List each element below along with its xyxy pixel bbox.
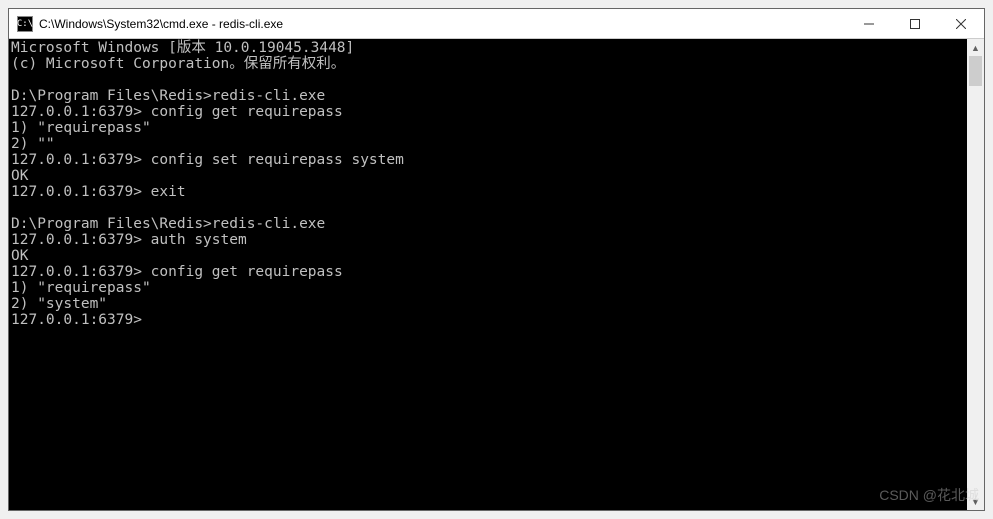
titlebar[interactable]: C:\ C:\Windows\System32\cmd.exe - redis-… — [9, 9, 984, 39]
scroll-up-button[interactable]: ▲ — [967, 39, 984, 56]
scroll-down-button[interactable]: ▼ — [967, 493, 984, 510]
scroll-track[interactable] — [967, 56, 984, 493]
vertical-scrollbar[interactable]: ▲ ▼ — [967, 39, 984, 510]
maximize-icon — [910, 19, 920, 29]
window-title: C:\Windows\System32\cmd.exe - redis-cli.… — [39, 17, 846, 31]
console-area: Microsoft Windows [版本 10.0.19045.3448] (… — [9, 39, 984, 510]
minimize-button[interactable] — [846, 9, 892, 38]
console-output[interactable]: Microsoft Windows [版本 10.0.19045.3448] (… — [9, 39, 967, 510]
close-icon — [956, 19, 966, 29]
window-controls — [846, 9, 984, 38]
cmd-window: C:\ C:\Windows\System32\cmd.exe - redis-… — [8, 8, 985, 511]
scroll-thumb[interactable] — [969, 56, 982, 86]
close-button[interactable] — [938, 9, 984, 38]
app-icon: C:\ — [17, 16, 33, 32]
maximize-button[interactable] — [892, 9, 938, 38]
minimize-icon — [864, 19, 874, 29]
